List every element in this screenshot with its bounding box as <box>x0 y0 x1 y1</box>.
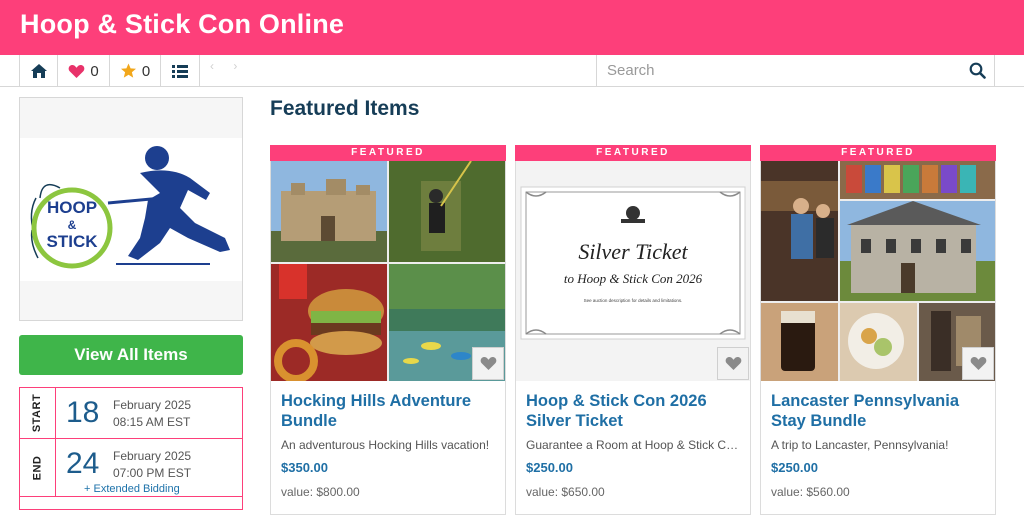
view-all-items-button[interactable]: View All Items <box>19 335 243 375</box>
item-price: $250.00 <box>771 460 818 475</box>
end-day: 24 <box>66 447 100 480</box>
heart-icon <box>480 356 496 370</box>
home-icon <box>30 64 47 78</box>
start-time: 08:15 AM EST <box>113 415 191 429</box>
end-label: END <box>31 455 44 480</box>
featured-badge: FEATURED <box>760 145 996 161</box>
list-icon <box>172 64 188 78</box>
end-date: END 24 February 2025 07:00 PM EST + Exte… <box>20 439 242 497</box>
event-logo-panel: HOOP & STICK <box>19 97 243 321</box>
search-bar <box>596 55 995 87</box>
section-title: Featured Items <box>270 97 420 120</box>
heart-icon <box>725 356 741 370</box>
home-button[interactable] <box>19 55 57 87</box>
item-image[interactable] <box>271 161 505 381</box>
start-month: February 2025 <box>113 398 192 412</box>
item-value: value: $800.00 <box>281 485 360 499</box>
item-card[interactable]: FEATURED Silver Ticket to Hoop & Stick C… <box>515 145 751 515</box>
search-icon <box>969 62 986 79</box>
favorites-count: 0 <box>90 62 99 80</box>
watchlist-button[interactable]: 0 <box>109 55 160 87</box>
item-price: $350.00 <box>281 460 328 475</box>
app-title[interactable]: Hoop & Stick Con Online <box>20 9 344 40</box>
star-icon <box>120 63 136 78</box>
heart-icon <box>68 64 85 78</box>
item-value: value: $650.00 <box>526 485 605 499</box>
start-day: 18 <box>66 396 100 429</box>
favorite-button[interactable] <box>472 347 504 380</box>
carousel-arrows: ‹ › <box>210 59 246 73</box>
item-card[interactable]: FEATURED <box>760 145 996 515</box>
item-title[interactable]: Hocking Hills Adventure Bundle <box>281 391 499 431</box>
featured-badge: FEATURED <box>515 145 751 161</box>
svg-text:See auction description for de: See auction description for details and … <box>584 298 683 303</box>
item-title[interactable]: Lancaster Pennsylvania Stay Bundle <box>771 391 989 431</box>
svg-text:to Hoop & Stick Con 2026: to Hoop & Stick Con 2026 <box>564 271 703 286</box>
start-date: START 18 February 2025 08:15 AM EST <box>20 388 242 439</box>
item-title[interactable]: Hoop & Stick Con 2026 Silver Ticket <box>526 391 744 431</box>
item-description: A trip to Lancaster, Pennsylvania! <box>771 438 949 452</box>
auction-dates: START 18 February 2025 08:15 AM EST END … <box>19 387 243 510</box>
svg-text:&: & <box>68 218 77 232</box>
item-image[interactable] <box>761 161 995 381</box>
favorite-button[interactable] <box>717 347 749 380</box>
svg-text:Silver Ticket: Silver Ticket <box>578 239 688 264</box>
starred-count: 0 <box>141 62 151 80</box>
item-image[interactable]: Silver Ticket to Hoop & Stick Con 2026 S… <box>516 161 750 381</box>
favorite-button[interactable] <box>962 347 994 380</box>
item-description: An adventurous Hocking Hills vacation! <box>281 438 490 452</box>
search-input[interactable] <box>597 55 957 86</box>
start-label: START <box>31 393 44 433</box>
top-header: Hoop & Stick Con Online <box>0 0 1024 55</box>
item-value: value: $560.00 <box>771 485 850 499</box>
item-card[interactable]: FEATURED <box>270 145 506 515</box>
nav-bar: 0 0 ‹ › <box>0 55 1024 87</box>
item-description: Guarantee a Room at Hoop & Stick Con 202… <box>526 438 744 452</box>
categories-button[interactable] <box>160 55 200 87</box>
featured-badge: FEATURED <box>270 145 506 161</box>
event-logo: HOOP & STICK <box>20 138 242 281</box>
end-month: February 2025 <box>113 449 192 463</box>
heart-icon <box>970 356 986 370</box>
end-time: 07:00 PM EST <box>113 466 192 480</box>
item-price: $250.00 <box>526 460 573 475</box>
search-button[interactable] <box>969 62 986 84</box>
extended-bidding-link[interactable]: + Extended Bidding <box>84 483 180 495</box>
svg-text:HOOP: HOOP <box>47 198 97 217</box>
svg-text:STICK: STICK <box>47 232 99 251</box>
favorites-button[interactable]: 0 <box>57 55 109 87</box>
